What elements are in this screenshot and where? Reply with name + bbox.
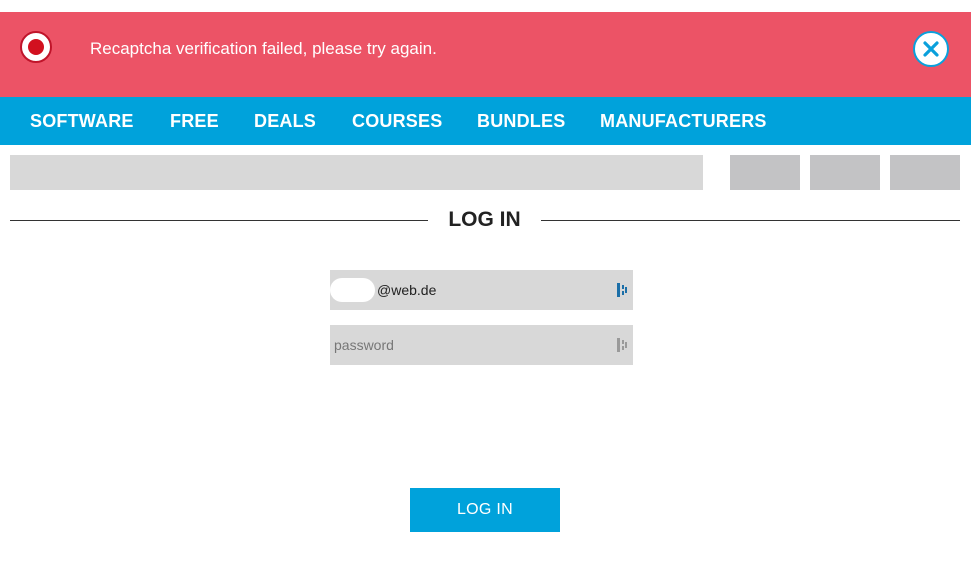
close-x-icon — [923, 41, 939, 57]
nav-item-bundles[interactable]: BUNDLES — [477, 110, 565, 132]
nav-item-manufacturers[interactable]: MANUFACTURERS — [600, 110, 767, 132]
nav-item-free[interactable]: FREE — [170, 110, 219, 132]
login-heading: LOG IN — [448, 208, 521, 231]
heading-divider-right — [541, 220, 960, 221]
error-record-icon — [20, 31, 52, 63]
email-field[interactable]: @web.de — [330, 270, 633, 310]
redacted-email-part — [330, 278, 375, 302]
main-nav-bar: SOFTWARE FREE DEALS COURSES BUNDLES MANU… — [0, 97, 971, 145]
search-bar-placeholder[interactable] — [10, 155, 703, 190]
close-alert-button[interactable] — [913, 31, 949, 67]
nav-item-courses[interactable]: COURSES — [352, 110, 442, 132]
error-alert-banner: Recaptcha verification failed, please tr… — [0, 12, 971, 97]
email-field-value: @web.de — [377, 282, 437, 298]
login-submit-button[interactable]: LOG IN — [410, 488, 560, 532]
password-field[interactable] — [330, 325, 633, 365]
password-manager-icon[interactable] — [616, 337, 628, 353]
nav-item-software[interactable]: SOFTWARE — [30, 110, 134, 132]
heading-divider-left — [10, 220, 428, 221]
header-action-box-1[interactable] — [730, 155, 800, 190]
alert-message: Recaptcha verification failed, please tr… — [90, 39, 437, 58]
password-manager-icon[interactable] — [616, 282, 628, 298]
header-action-box-2[interactable] — [810, 155, 880, 190]
header-action-box-3[interactable] — [890, 155, 960, 190]
password-input[interactable] — [330, 325, 610, 365]
nav-item-deals[interactable]: DEALS — [254, 110, 316, 132]
